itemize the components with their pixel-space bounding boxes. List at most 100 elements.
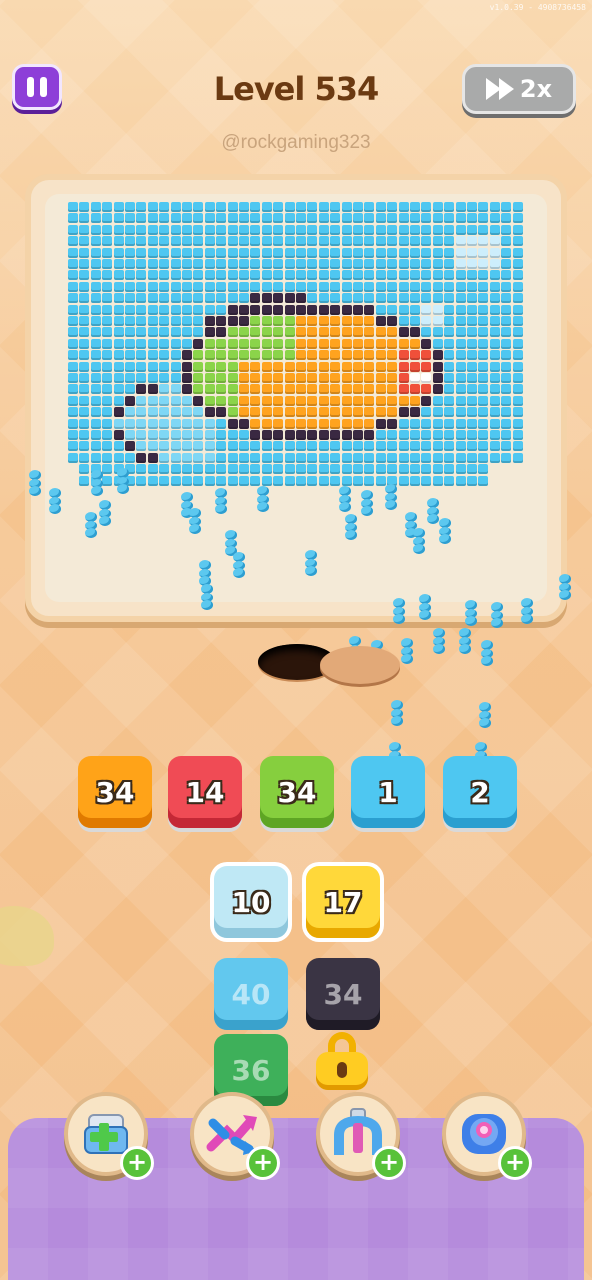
pixel-tile — [216, 441, 227, 452]
add-slot-booster[interactable]: + — [64, 1092, 154, 1180]
pixel-tile — [284, 316, 295, 326]
pixel-tile — [467, 430, 477, 440]
pixel-tile — [421, 236, 432, 247]
pixel-tile — [489, 373, 500, 383]
shuffle-booster[interactable]: + — [190, 1092, 280, 1180]
pixel-tile — [512, 202, 523, 212]
pixel-tile — [261, 475, 272, 486]
pixel-tile — [489, 350, 500, 361]
pixel-tile — [307, 338, 318, 349]
pixel-tile — [444, 464, 455, 475]
pixel-tile — [273, 213, 284, 224]
pixel-tile — [387, 338, 398, 349]
pixel-tile — [136, 361, 147, 372]
pixel-tile — [444, 475, 455, 486]
pixel-tile — [182, 361, 192, 372]
fast-forward-icon — [485, 78, 514, 100]
pixel-tile — [216, 384, 227, 395]
pixel-tile — [467, 464, 477, 475]
queue-tile[interactable]: 1 — [351, 756, 425, 828]
pixel-tile — [102, 441, 113, 452]
pixel-tile — [353, 338, 363, 349]
pixel-tile — [330, 213, 341, 224]
pixel-tile — [68, 316, 78, 326]
pixel-tile — [159, 361, 170, 372]
pixel-tile — [387, 350, 398, 361]
pixel-tile — [159, 281, 170, 292]
pixel-tile — [170, 452, 181, 463]
pixel-tile — [204, 224, 215, 235]
pixel-tile — [182, 395, 192, 406]
pixel-tile — [398, 338, 409, 349]
pixel-tile — [421, 475, 432, 486]
queue-tile[interactable]: 14 — [168, 756, 242, 828]
pixel-tile — [364, 430, 375, 440]
pixel-tile — [387, 293, 398, 304]
pixel-tile — [68, 418, 78, 429]
pixel-tile — [455, 213, 466, 224]
pixel-tile — [136, 441, 147, 452]
donut-booster[interactable]: + — [442, 1092, 532, 1180]
pixel-tile — [467, 395, 477, 406]
lock-icon[interactable] — [316, 1032, 368, 1090]
pixel-tile — [182, 270, 192, 281]
pixel-tile — [216, 259, 227, 269]
pixel-tile — [90, 418, 101, 429]
pixel-tile — [159, 430, 170, 440]
pixel-tile — [444, 338, 455, 349]
pixel-tile — [239, 316, 249, 326]
add-booster-plus-icon[interactable]: + — [246, 1146, 280, 1180]
pixel-tile — [444, 361, 455, 372]
queue-tile[interactable]: 2 — [443, 756, 517, 828]
add-booster-plus-icon[interactable]: + — [498, 1146, 532, 1180]
stack-tile[interactable]: 17 — [306, 866, 380, 938]
speed-button[interactable]: 2x — [462, 64, 576, 114]
pixel-tile — [455, 327, 466, 338]
pixel-tile — [170, 224, 181, 235]
pixel-tile — [387, 259, 398, 269]
pixel-tile — [455, 304, 466, 315]
queue-tile[interactable]: 34 — [260, 756, 334, 828]
pixel-tile — [410, 407, 420, 418]
pixel-tile — [79, 224, 90, 235]
pixel-tile — [341, 430, 352, 440]
pixel-tile — [239, 464, 249, 475]
pixel-tile — [307, 259, 318, 269]
pixel-tile — [398, 441, 409, 452]
pixel-tile — [147, 259, 158, 269]
pixel-tile — [261, 418, 272, 429]
pixel-tile — [410, 224, 420, 235]
pixel-tile — [147, 475, 158, 486]
pixel-tile — [136, 327, 147, 338]
pixel-tile — [113, 361, 124, 372]
pixel-tile — [375, 259, 386, 269]
pixel-tile — [273, 384, 284, 395]
pixel-tile — [410, 338, 420, 349]
pixel-tile — [410, 441, 420, 452]
stack-tile[interactable]: 10 — [214, 866, 288, 938]
pixel-tile — [353, 384, 363, 395]
pixel-tile — [364, 327, 375, 338]
add-booster-plus-icon[interactable]: + — [120, 1146, 154, 1180]
stack-tile[interactable]: 40 — [214, 958, 288, 1030]
pixel-tile — [284, 361, 295, 372]
pixel-tile — [147, 384, 158, 395]
pixel-tile — [136, 350, 147, 361]
stack-tile[interactable]: 34 — [306, 958, 380, 1030]
pixel-tile — [90, 361, 101, 372]
pixel-tile — [68, 202, 78, 212]
pixel-tile — [467, 293, 477, 304]
pixel-tile — [193, 361, 204, 372]
queue-tile[interactable]: 34 — [78, 756, 152, 828]
add-booster-plus-icon[interactable]: + — [372, 1146, 406, 1180]
pixel-tile — [125, 350, 135, 361]
pixel-tile — [341, 350, 352, 361]
pixel-tile — [261, 304, 272, 315]
magnet-booster[interactable]: + — [316, 1092, 406, 1180]
pixel-tile — [284, 395, 295, 406]
ant — [112, 468, 134, 494]
pixel-tile — [330, 464, 341, 475]
pixel-tile — [273, 247, 284, 258]
pixel-tile — [68, 293, 78, 304]
pixel-tile — [159, 224, 170, 235]
